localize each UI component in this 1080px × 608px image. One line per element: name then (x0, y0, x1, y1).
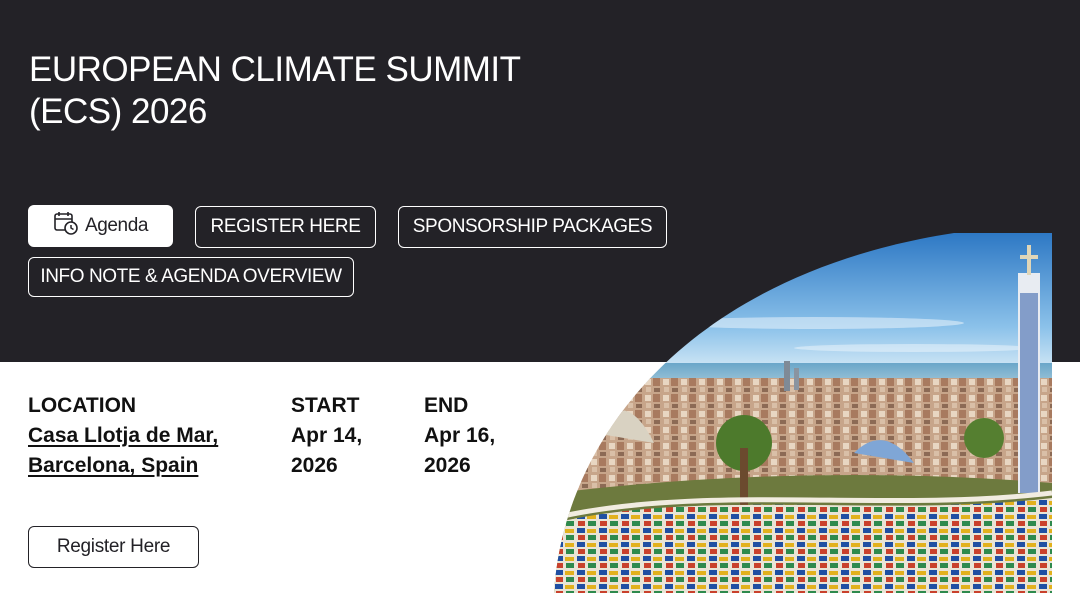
page-title: EUROPEAN CLIMATE SUMMIT (ECS) 2026 (29, 49, 629, 133)
location-line-2: Barcelona, Spain (28, 454, 199, 477)
register-here-button[interactable]: REGISTER HERE (195, 206, 376, 248)
location-block: LOCATION Casa Llotja de Mar, Barcelona, … (28, 391, 278, 481)
end-date-line-2: 2026 (424, 454, 471, 477)
agenda-button[interactable]: Agenda (28, 205, 173, 247)
location-label: LOCATION (28, 394, 137, 417)
barcelona-park-guell-photo (554, 233, 1052, 593)
end-date-block: END Apr 16, 2026 (424, 391, 534, 481)
start-date-line-1: Apr 14, (291, 424, 363, 447)
start-date-line-2: 2026 (291, 454, 338, 477)
location-link[interactable]: Casa Llotja de Mar, Barcelona, Spain (28, 421, 278, 481)
start-date-block: START Apr 14, 2026 (291, 391, 401, 481)
location-line-1: Casa Llotja de Mar, (28, 424, 219, 447)
end-date-line-1: Apr 16, (424, 424, 496, 447)
title-line-2: (ECS) 2026 (29, 92, 207, 131)
end-label: END (424, 394, 469, 417)
agenda-label: Agenda (84, 215, 149, 236)
info-note-agenda-button[interactable]: INFO NOTE & AGENDA OVERVIEW (28, 257, 354, 297)
title-line-1: EUROPEAN CLIMATE SUMMIT (29, 50, 521, 89)
start-label: START (291, 394, 360, 417)
calendar-clock-icon (53, 210, 79, 242)
register-here-bottom-button[interactable]: Register Here (28, 526, 199, 568)
